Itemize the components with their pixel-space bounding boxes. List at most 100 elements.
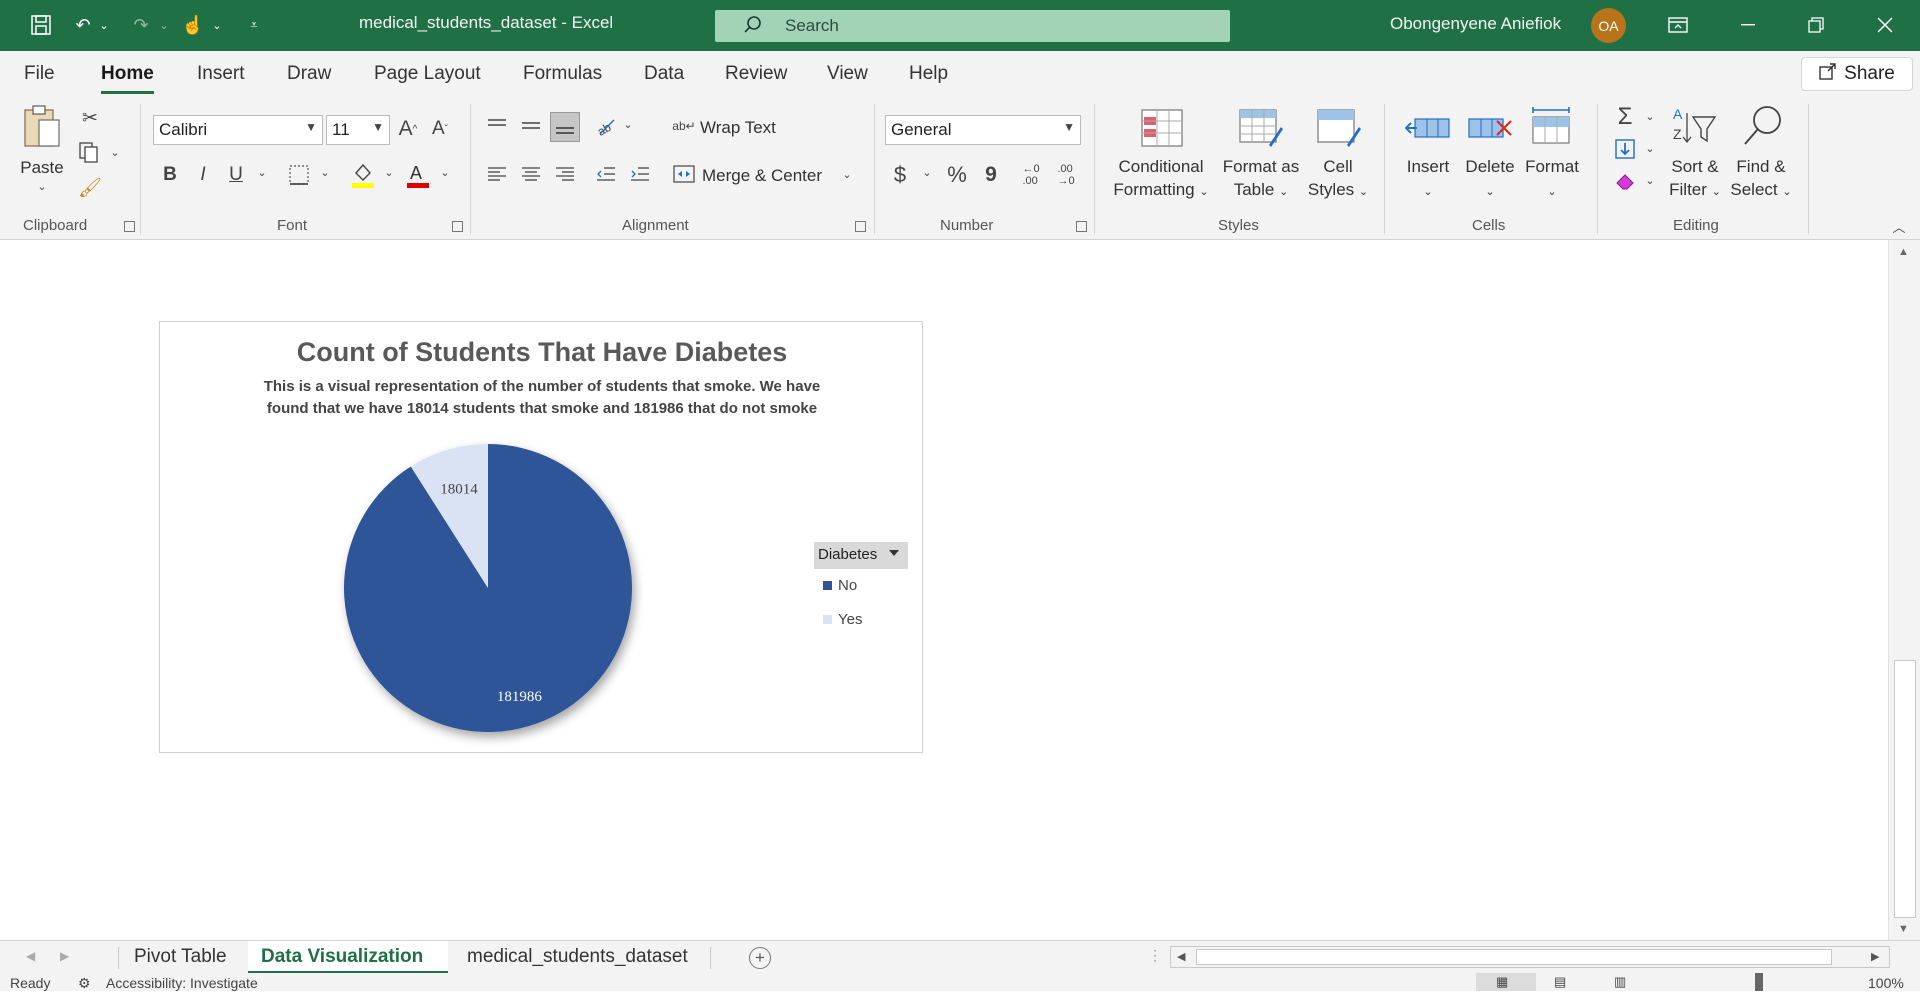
autosum-dropdown-icon[interactable]: ⌄	[1643, 110, 1657, 123]
tab-file[interactable]: File	[24, 63, 55, 85]
merge-center-button[interactable]: Merge & Center	[702, 164, 822, 187]
format-cells-icon[interactable]	[1528, 104, 1576, 148]
cut-icon[interactable]: ✂	[78, 106, 102, 130]
share-button[interactable]: Share	[1801, 57, 1913, 91]
currency-button[interactable]: $	[888, 162, 912, 188]
borders-dropdown-icon[interactable]: ⌄	[318, 166, 332, 179]
legend-item-no[interactable]: No	[823, 577, 857, 594]
legend-item-yes[interactable]: Yes	[823, 611, 862, 628]
sheet-tab-medical-students-dataset[interactable]: medical_students_dataset	[467, 946, 688, 968]
paste-dropdown-icon[interactable]: ⌄	[34, 180, 50, 193]
merge-center-icon[interactable]	[672, 162, 696, 186]
page-layout-view-icon[interactable]: ▤	[1554, 974, 1566, 990]
sort-filter-icon[interactable]: AZ	[1670, 104, 1720, 148]
font-color-dropdown-icon[interactable]: ⌄	[438, 166, 452, 179]
next-sheet-icon[interactable]: ▶	[60, 949, 69, 963]
tab-formulas[interactable]: Formulas	[523, 63, 602, 85]
clear-dropdown-icon[interactable]: ⌄	[1643, 174, 1657, 187]
paste-label[interactable]: Paste	[18, 156, 66, 179]
split-handle-icon[interactable]: ⋮	[1148, 947, 1162, 964]
decrease-indent-icon[interactable]	[594, 162, 618, 186]
fill-dropdown-icon[interactable]: ⌄	[1643, 142, 1657, 155]
fill-color-icon[interactable]	[350, 160, 376, 190]
find-select-label[interactable]: Find & Select ⌄	[1728, 155, 1794, 204]
scroll-right-icon[interactable]: ▶	[1871, 950, 1879, 963]
collapse-ribbon-icon[interactable]: ︿	[1890, 218, 1908, 235]
tab-data[interactable]: Data	[644, 63, 684, 85]
search-input[interactable]	[785, 14, 1185, 38]
currency-dropdown-icon[interactable]: ⌄	[920, 166, 934, 179]
tab-home[interactable]: Home	[101, 63, 154, 94]
clipboard-launcher-icon[interactable]	[124, 221, 135, 232]
format-painter-icon[interactable]: 🖌	[78, 176, 102, 200]
legend-filter-button[interactable]: Diabetes	[814, 542, 908, 569]
undo-dropdown-icon[interactable]: ⌄	[97, 12, 111, 38]
wrap-text-button[interactable]: Wrap Text	[700, 116, 776, 139]
zoom-slider-thumb[interactable]	[1755, 973, 1763, 991]
vertical-scrollbar[interactable]: ▲ ▼	[1888, 240, 1920, 940]
scroll-left-icon[interactable]: ◀	[1177, 950, 1185, 963]
decrease-decimal-icon[interactable]: .00 →0	[1052, 162, 1080, 188]
decrease-font-icon[interactable]: Aˇ	[428, 116, 452, 142]
borders-icon[interactable]	[286, 162, 312, 188]
conditional-formatting-icon[interactable]	[1140, 108, 1184, 148]
tab-insert[interactable]: Insert	[197, 63, 245, 85]
align-left-icon[interactable]	[485, 162, 509, 186]
cell-styles-icon[interactable]	[1316, 108, 1362, 148]
vertical-scroll-thumb[interactable]	[1894, 660, 1916, 918]
copy-dropdown-icon[interactable]: ⌄	[108, 146, 122, 159]
sort-filter-label[interactable]: Sort & Filter ⌄	[1662, 155, 1728, 204]
pie-chart[interactable]: Count of Students That Have Diabetes Thi…	[159, 321, 923, 753]
horizontal-scrollbar[interactable]: ◀ ▶	[1170, 946, 1890, 968]
scroll-down-icon[interactable]: ▼	[1898, 923, 1909, 935]
tab-page-layout[interactable]: Page Layout	[374, 63, 481, 85]
delete-cells-label[interactable]: Delete ⌄	[1462, 155, 1518, 204]
zoom-level[interactable]: 100%	[1868, 975, 1904, 991]
add-sheet-button[interactable]: +	[749, 947, 771, 969]
wrap-text-icon[interactable]: ab↵	[672, 114, 696, 138]
clear-icon[interactable]	[1612, 168, 1638, 194]
format-cells-label[interactable]: Format ⌄	[1522, 155, 1582, 204]
number-launcher-icon[interactable]	[1076, 221, 1087, 232]
delete-cells-icon[interactable]	[1466, 108, 1514, 148]
font-name-select[interactable]: Calibri ▼	[153, 115, 323, 145]
autosum-icon[interactable]: Σ	[1612, 103, 1638, 130]
underline-button[interactable]: U	[224, 162, 248, 188]
font-size-select[interactable]: 11 ▼	[326, 115, 390, 145]
user-name[interactable]: Obongenyene Aniefiok	[1390, 14, 1561, 34]
tab-help[interactable]: Help	[909, 63, 948, 85]
alignment-launcher-icon[interactable]	[855, 221, 866, 232]
conditional-formatting-label[interactable]: Conditional Formatting ⌄	[1104, 155, 1218, 204]
paste-icon[interactable]	[20, 104, 64, 150]
insert-cells-label[interactable]: Insert ⌄	[1400, 155, 1456, 204]
increase-font-icon[interactable]: A ^	[396, 116, 420, 142]
customize-toolbar-icon[interactable]: ⩡	[243, 12, 265, 38]
touch-mode-icon[interactable]: ☝	[180, 12, 206, 38]
sheet-tab-pivot-table[interactable]: Pivot Table	[134, 946, 227, 968]
orientation-dropdown-icon[interactable]: ⌄	[621, 118, 635, 131]
format-as-table-label[interactable]: Format as Table ⌄	[1218, 155, 1304, 204]
format-as-table-icon[interactable]	[1238, 108, 1284, 148]
tab-draw[interactable]: Draw	[287, 63, 331, 85]
tab-review[interactable]: Review	[725, 63, 787, 85]
find-select-icon[interactable]	[1736, 104, 1786, 148]
avatar[interactable]: OA	[1591, 8, 1626, 43]
save-icon[interactable]	[28, 12, 54, 38]
percent-button[interactable]: %	[943, 162, 971, 188]
cell-styles-label[interactable]: Cell Styles ⌄	[1300, 155, 1376, 204]
pie-slice-no[interactable]	[344, 444, 633, 732]
align-center-icon[interactable]	[519, 162, 543, 186]
search-box[interactable]	[715, 10, 1230, 42]
underline-dropdown-icon[interactable]: ⌄	[255, 166, 269, 179]
copy-icon[interactable]	[76, 140, 104, 164]
align-top-icon[interactable]	[485, 114, 509, 138]
sheet-tab-data-visualization[interactable]: Data Visualization	[261, 946, 423, 968]
redo-dropdown-icon[interactable]: ⌄	[157, 12, 171, 38]
accessibility-status[interactable]: Accessibility: Investigate	[106, 975, 258, 991]
horizontal-scroll-thumb[interactable]	[1196, 949, 1832, 965]
orientation-icon[interactable]: ab	[593, 114, 619, 138]
bold-button[interactable]: B	[158, 162, 182, 188]
insert-cells-icon[interactable]	[1404, 108, 1452, 148]
close-icon[interactable]	[1872, 12, 1898, 38]
fill-icon[interactable]	[1612, 136, 1638, 162]
